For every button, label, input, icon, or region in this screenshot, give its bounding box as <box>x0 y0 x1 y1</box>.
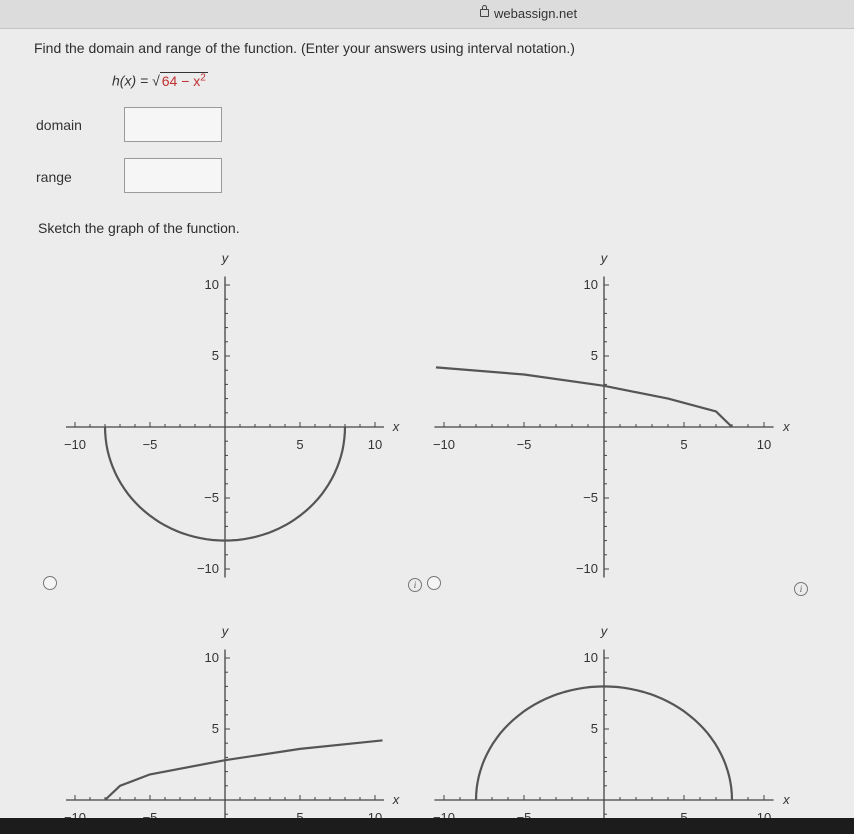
domain-label: domain <box>36 117 82 133</box>
y-axis-label: y <box>600 623 609 638</box>
radical-sign-icon: √ <box>152 72 160 89</box>
y-tick-label: −5 <box>583 490 598 505</box>
browser-address-bar: webassign.net <box>0 0 854 29</box>
function-curve <box>104 739 383 801</box>
info-icon[interactable]: i <box>408 578 422 592</box>
range-label: range <box>36 169 72 185</box>
domain-input[interactable] <box>124 107 222 142</box>
function-lhs: h(x) = <box>112 72 153 89</box>
url-display[interactable]: webassign.net <box>480 5 578 21</box>
x-tick-label: 10 <box>757 437 771 452</box>
y-tick-label: 10 <box>584 650 598 665</box>
info-icon[interactable]: i <box>794 582 808 596</box>
function-radicand: 64 − x <box>161 72 201 89</box>
x-tick-label: 5 <box>296 437 303 452</box>
x-tick-label: −5 <box>143 437 158 452</box>
y-axis-label: y <box>221 250 230 265</box>
x-tick-label: −10 <box>433 437 455 452</box>
y-tick-label: −10 <box>197 561 219 576</box>
y-tick-label: 5 <box>591 721 598 736</box>
y-axis-label: y <box>221 623 230 638</box>
y-tick-label: 5 <box>212 721 219 736</box>
question-prompt: Find the domain and range of the functio… <box>34 40 575 56</box>
y-tick-label: 10 <box>584 277 598 292</box>
bottom-edge <box>0 818 854 834</box>
radio-choice-a[interactable] <box>43 576 57 590</box>
lock-icon <box>480 5 489 17</box>
graph-choice-a: −10 −5 5 10 10 5 −5 −10 x y <box>64 250 400 578</box>
x-tick-label: −10 <box>64 437 86 452</box>
radio-choice-b[interactable] <box>427 576 441 590</box>
x-axis-label: x <box>392 792 400 807</box>
x-tick-label: 10 <box>368 437 382 452</box>
x-tick-label: 5 <box>680 437 687 452</box>
graph-choice-d: −10−5510105xy <box>433 623 790 834</box>
x-tick-label: −5 <box>517 437 532 452</box>
x-axis-label: x <box>392 419 400 434</box>
y-tick-label: −5 <box>204 490 219 505</box>
x-axis-label: x <box>782 419 790 434</box>
y-tick-label: 5 <box>591 348 598 363</box>
y-axis-label: y <box>600 250 609 265</box>
y-tick-label: 10 <box>205 650 219 665</box>
x-axis-label: x <box>782 792 790 807</box>
graph-choice-b: −10 −5 5 10 10 5 −5 −10 x y <box>433 250 790 578</box>
y-tick-label: −10 <box>576 561 598 576</box>
function-exponent: 2 <box>200 72 206 83</box>
y-tick-label: 5 <box>212 348 219 363</box>
function-expression: h(x) = √ 64 − x2 <box>112 71 208 89</box>
range-input[interactable] <box>124 158 222 193</box>
y-tick-label: 10 <box>205 277 219 292</box>
url-text: webassign.net <box>494 6 578 21</box>
graph-choice-c: −10−5510105xy <box>64 623 400 834</box>
sketch-prompt: Sketch the graph of the function. <box>38 220 240 236</box>
function-curve <box>435 366 733 428</box>
